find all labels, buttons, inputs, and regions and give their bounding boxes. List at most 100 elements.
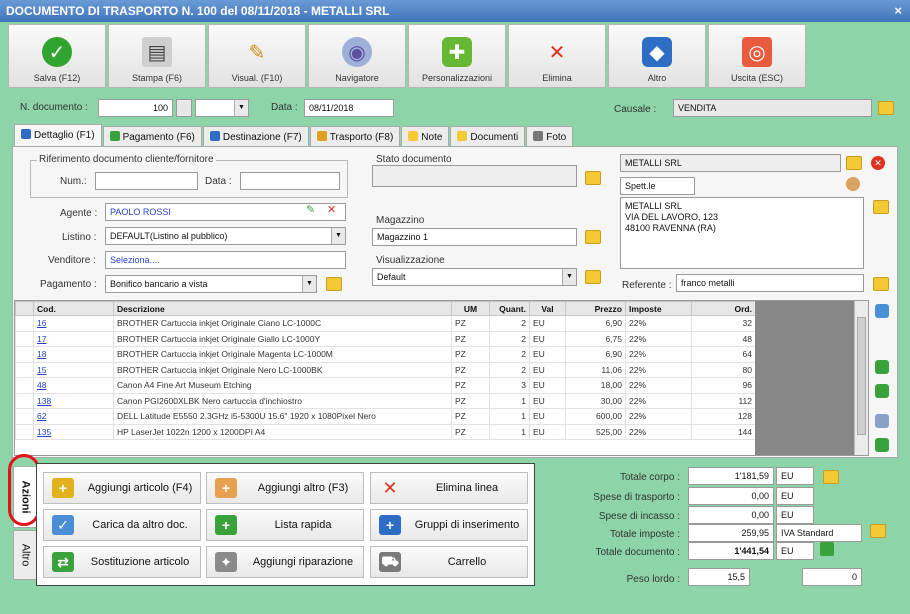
col-currency[interactable]: Val — [529, 301, 566, 316]
replace-article-button[interactable]: ⇄ Sostituzione articolo — [43, 546, 201, 578]
reference-date-field[interactable] — [240, 172, 340, 190]
customize-button[interactable]: ✚ Personalizzazioni — [408, 24, 506, 88]
contact-person-icon[interactable] — [846, 177, 860, 191]
cell-code[interactable]: 16 — [33, 315, 114, 332]
date-field[interactable]: 08/11/2018 — [304, 99, 394, 117]
warehouse-folder-icon[interactable] — [585, 230, 601, 244]
status-folder-icon[interactable] — [585, 171, 601, 185]
cell-code[interactable]: 48 — [33, 377, 114, 394]
row-selector[interactable] — [15, 377, 34, 394]
table-row[interactable]: 15 BROTHER Cartuccia inkjet Originale Ner… — [15, 361, 756, 378]
customer-address-field[interactable]: METALLI SRL VIA DEL LAVORO, 123 48100 RA… — [620, 197, 864, 269]
totals-folder-icon[interactable] — [823, 470, 839, 484]
address-folder-icon[interactable] — [873, 200, 889, 214]
row-selector[interactable] — [15, 408, 34, 425]
navigator-button[interactable]: ◉ Navigatore — [308, 24, 406, 88]
tab-documenti[interactable]: Documenti — [450, 126, 526, 146]
cell-code[interactable]: 15 — [33, 361, 114, 378]
add-article-button[interactable]: + Aggiungi articolo (F4) — [43, 472, 201, 504]
table-row[interactable]: 18 BROTHER Cartuccia inkjet Originale Mag… — [15, 346, 756, 363]
tab-trasporto[interactable]: Trasporto (F8) — [309, 126, 401, 146]
lines-grid[interactable]: Cod. Descrizione UM Quant. Val Prezzo Im… — [14, 300, 869, 456]
customer-contact-field[interactable]: Spett.le — [620, 177, 695, 195]
delete-button[interactable]: ✕ Elimina — [508, 24, 606, 88]
sort-icon[interactable] — [875, 414, 889, 428]
move-up-icon[interactable] — [875, 360, 889, 374]
save-button[interactable]: ✓ Salva (F12) — [8, 24, 106, 88]
collection-field[interactable]: 0,00 — [688, 506, 774, 524]
row-selector[interactable] — [15, 346, 34, 363]
close-icon[interactable]: × — [894, 3, 902, 18]
referent-folder-icon[interactable] — [873, 277, 889, 291]
seller-field[interactable]: Seleziona.... — [105, 251, 346, 269]
view-select[interactable]: Default ▼ — [372, 268, 577, 286]
payment-folder-icon[interactable] — [326, 277, 342, 291]
delete-line-button[interactable]: ✕ Elimina linea — [370, 472, 528, 504]
row-selector[interactable] — [15, 423, 34, 440]
table-row[interactable]: 62 DELL Latitude E5550 2.3GHz i5-5300U 15… — [15, 408, 756, 425]
row-selector[interactable] — [15, 361, 34, 378]
volume-field[interactable]: 0 — [802, 568, 862, 586]
referent-field[interactable]: franco metalli — [676, 274, 864, 292]
status-field[interactable] — [372, 165, 577, 187]
col-tax[interactable]: Imposte — [625, 301, 692, 316]
causale-field[interactable]: VENDITA — [673, 99, 872, 117]
table-row[interactable]: 17 BROTHER Cartuccia inkjet Originale Gia… — [15, 330, 756, 347]
cell-code[interactable]: 138 — [33, 392, 114, 409]
tab-destinazione[interactable]: Destinazione (F7) — [202, 126, 309, 146]
row-selector[interactable] — [15, 330, 34, 347]
doc-number-field[interactable]: 100 — [98, 99, 173, 117]
row-selector[interactable] — [15, 392, 34, 409]
table-row[interactable]: 16 BROTHER Cartuccia inkjet Originale Cia… — [15, 315, 756, 332]
grid-scrollbar[interactable] — [854, 301, 868, 455]
print-button[interactable]: ▤ Stampa (F6) — [108, 24, 206, 88]
edit-icon[interactable]: ✎ — [306, 203, 315, 216]
other-button[interactable]: ◆ Altro — [608, 24, 706, 88]
reference-num-field[interactable] — [95, 172, 198, 190]
table-row[interactable]: 135 HP LaserJet 1022n 1200 x 1200DPI A4 PZ… — [15, 423, 756, 440]
customer-folder-icon[interactable] — [846, 156, 862, 170]
warehouse-field[interactable]: Magazzino 1 — [372, 228, 577, 246]
row-selector[interactable] — [15, 315, 34, 332]
tab-altro[interactable]: Altro — [13, 530, 37, 580]
shipping-field[interactable]: 0,00 — [688, 487, 774, 505]
doc-series-select[interactable]: ▼ — [195, 99, 249, 117]
refresh-icon[interactable] — [875, 438, 889, 452]
cell-code[interactable]: 135 — [33, 423, 114, 440]
table-row[interactable]: 138 Canon PGI2600XLBK Nero cartuccia d'in… — [15, 392, 756, 409]
view-folder-icon[interactable] — [585, 270, 601, 284]
tab-pagamento[interactable]: Pagamento (F6) — [102, 126, 202, 146]
load-doc-button[interactable]: ✓ Carica da altro doc. — [43, 509, 201, 541]
move-down-icon[interactable] — [875, 384, 889, 398]
remove-customer-icon[interactable]: ✕ — [871, 156, 885, 170]
price-list-select[interactable]: DEFAULT(Listino al pubblico) ▼ — [105, 227, 346, 245]
cell-code[interactable]: 62 — [33, 408, 114, 425]
tab-foto[interactable]: Foto — [526, 126, 574, 146]
payment-select[interactable]: Bonifico bancario a vista ▼ — [105, 275, 317, 293]
scrollbar-thumb[interactable] — [857, 317, 866, 435]
preview-button[interactable]: ✎ Visual. (F10) — [208, 24, 306, 88]
cell-code[interactable]: 17 — [33, 330, 114, 347]
repair-button[interactable]: ✦ Aggiungi riparazione — [206, 546, 364, 578]
causale-folder-icon[interactable] — [878, 101, 894, 115]
tab-note[interactable]: Note — [401, 126, 450, 146]
col-order[interactable]: Ord. — [691, 301, 756, 316]
tab-dettaglio[interactable]: Dettaglio (F1) — [14, 124, 102, 146]
customer-name-field[interactable]: METALLI SRL — [620, 154, 841, 172]
col-code[interactable]: Cod. — [33, 301, 114, 316]
tax-rate-select[interactable]: IVA Standard — [776, 524, 862, 542]
exit-button[interactable]: ◎ Uscita (ESC) — [708, 24, 806, 88]
col-quantity[interactable]: Quant. — [489, 301, 530, 316]
col-description[interactable]: Descrizione — [113, 301, 452, 316]
cart-button[interactable]: ⛟ Carrello — [370, 546, 528, 578]
info-icon[interactable] — [875, 304, 889, 318]
table-row[interactable]: 48 Canon A4 Fine Art Museum Etching PZ 3 EU 1… — [15, 377, 756, 394]
clear-icon[interactable]: ✕ — [327, 203, 336, 216]
tax-folder-icon[interactable] — [870, 524, 886, 538]
currency-convert-icon[interactable] — [820, 542, 834, 556]
insert-groups-button[interactable]: + Gruppi di inserimento — [370, 509, 528, 541]
quick-list-button[interactable]: + Lista rapida — [206, 509, 364, 541]
col-um[interactable]: UM — [451, 301, 490, 316]
doc-number-suffix-button[interactable] — [176, 99, 192, 117]
cell-code[interactable]: 18 — [33, 346, 114, 363]
